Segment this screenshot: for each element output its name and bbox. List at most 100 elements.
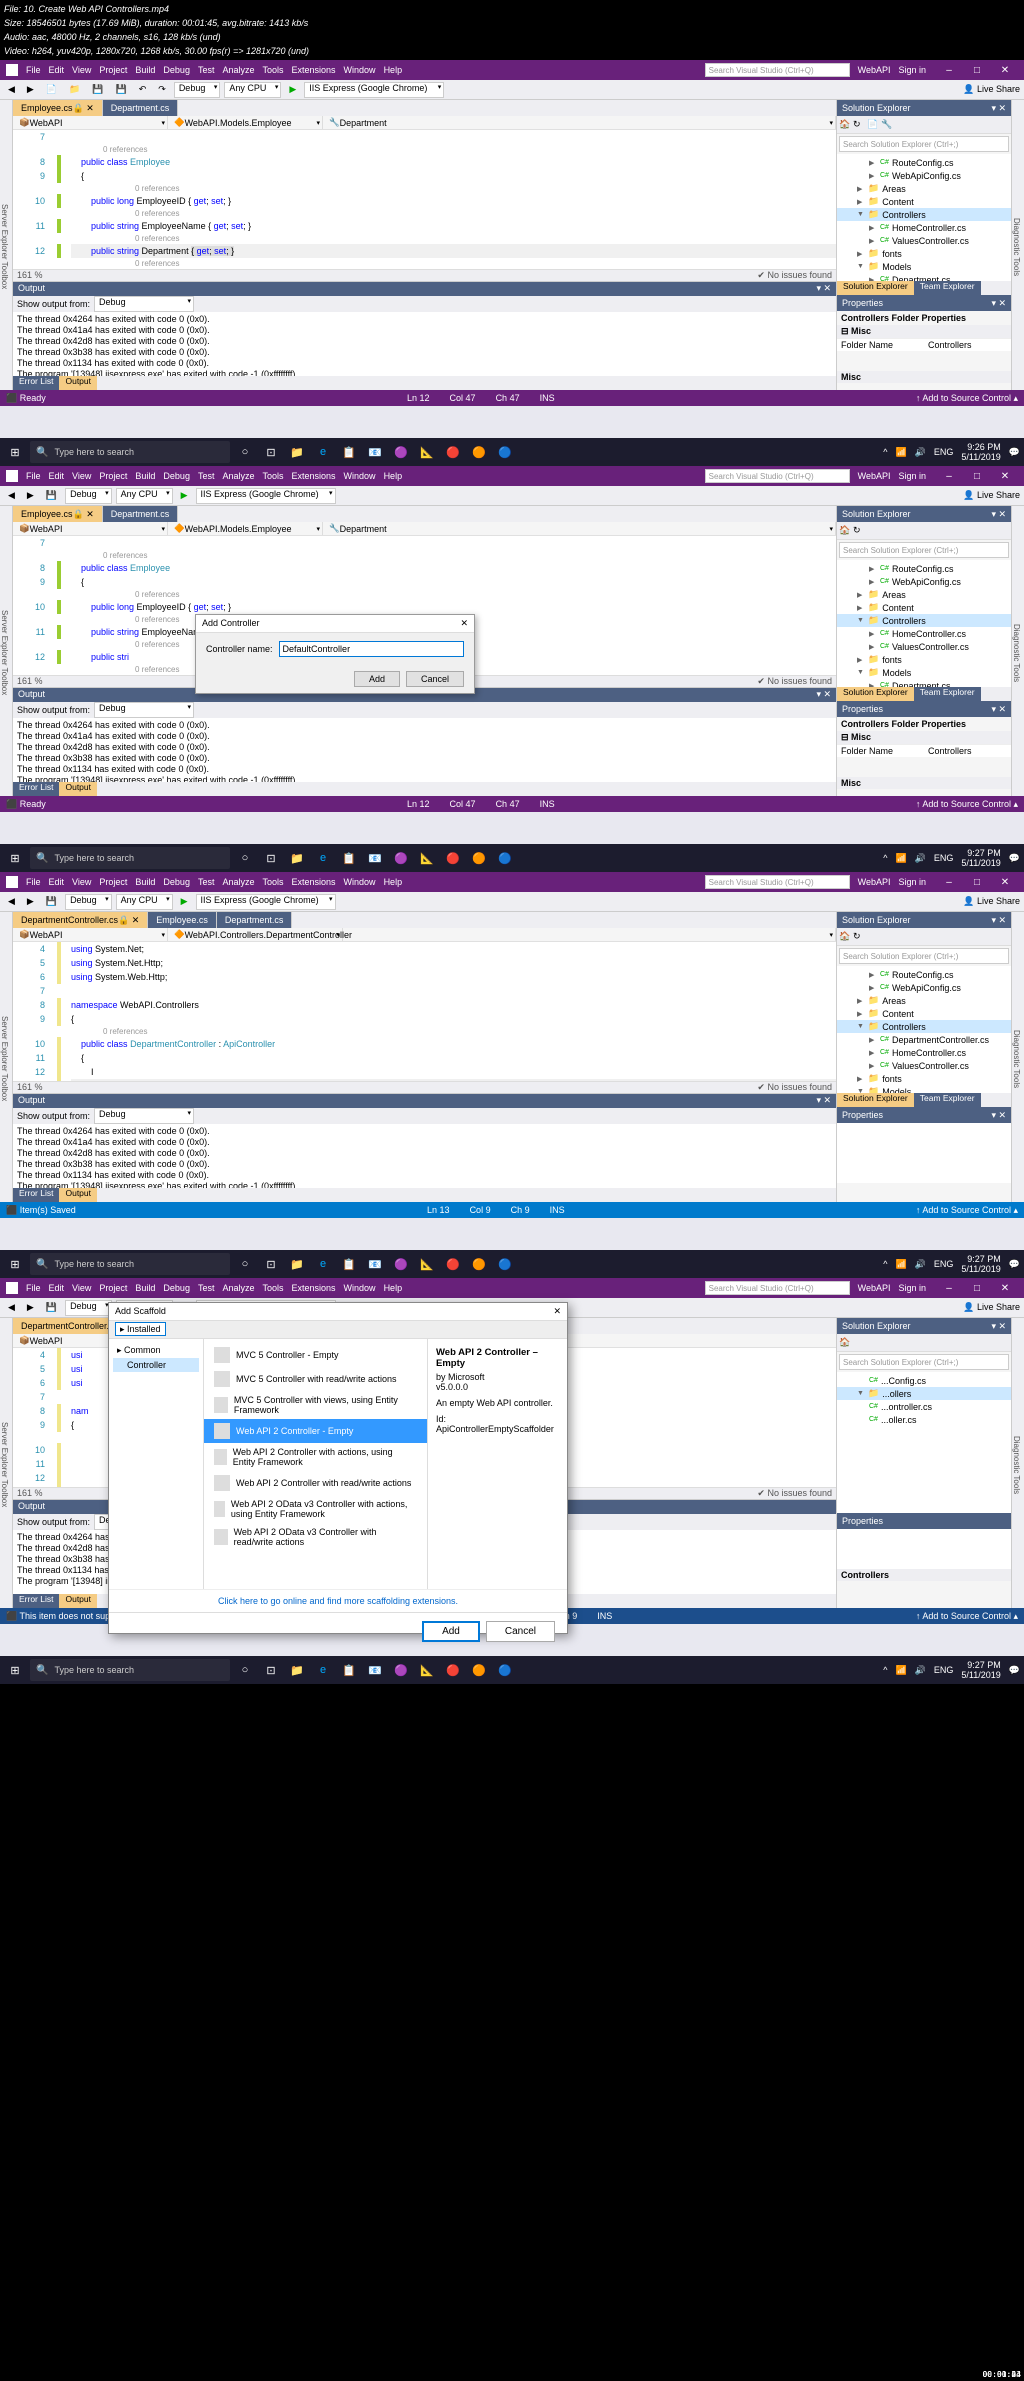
start-icon[interactable]: ⊞ bbox=[4, 847, 26, 869]
scaffold-item[interactable]: Web API 2 OData v3 Controller with actio… bbox=[204, 1495, 427, 1523]
minimize-icon[interactable]: – bbox=[936, 471, 962, 482]
tree-item[interactable]: ▶C#HomeController.cs bbox=[837, 221, 1011, 234]
nav-class[interactable]: 🔶 WebAPI.Models.Employee bbox=[168, 116, 323, 129]
minimize-icon[interactable]: – bbox=[936, 65, 962, 76]
config-dropdown[interactable]: Debug bbox=[65, 1300, 112, 1316]
close-icon[interactable]: ✕ bbox=[992, 471, 1018, 482]
menu-debug[interactable]: Debug bbox=[163, 65, 190, 75]
tray-clock[interactable]: 9:26 PM5/11/2019 bbox=[961, 442, 1000, 462]
scaffold-item[interactable]: Web API 2 Controller with read/write act… bbox=[204, 1471, 427, 1495]
prop-category[interactable]: ⊟ Misc bbox=[837, 325, 1011, 338]
cat-controller[interactable]: Controller bbox=[113, 1358, 199, 1372]
start-icon[interactable]: ⊞ bbox=[4, 1253, 26, 1275]
app-menu[interactable]: File Edit View Project Build Debug Test … bbox=[26, 65, 705, 75]
signin-link[interactable]: Sign in bbox=[898, 471, 926, 481]
menu-analyze[interactable]: Analyze bbox=[222, 65, 254, 75]
source-control[interactable]: ↑ Add to Source Control ▴ bbox=[916, 393, 1018, 404]
platform-dropdown[interactable]: Any CPU bbox=[116, 894, 173, 910]
scaffold-item[interactable]: MVC 5 Controller with read/write actions bbox=[204, 1367, 427, 1391]
start-icon[interactable]: ⊞ bbox=[4, 1659, 26, 1681]
global-search[interactable]: Search Visual Studio (Ctrl+Q) bbox=[705, 1281, 850, 1295]
global-search[interactable]: Search Visual Studio (Ctrl+Q) bbox=[705, 469, 850, 483]
output-text[interactable]: The thread 0x4264 has exited with code 0… bbox=[13, 312, 836, 382]
explorer-icon[interactable]: 📁 bbox=[286, 441, 308, 463]
tab-employee[interactable]: Employee.cs 🔒 ✕ bbox=[13, 506, 103, 522]
tab-errorlist[interactable]: Error List bbox=[13, 1594, 59, 1608]
tree-item[interactable]: ▶C#WebApiConfig.cs bbox=[837, 169, 1011, 182]
scaffold-item-selected[interactable]: Web API 2 Controller - Empty bbox=[204, 1419, 427, 1443]
config-dropdown[interactable]: Debug bbox=[65, 894, 112, 910]
menu-window[interactable]: Window bbox=[344, 65, 376, 75]
app-icon[interactable]: 📋 bbox=[338, 441, 360, 463]
cat-common[interactable]: ▸ Common bbox=[113, 1343, 199, 1358]
tree-item[interactable]: ▼📁Models bbox=[837, 260, 1011, 273]
scaffold-item[interactable]: Web API 2 OData v3 Controller with read/… bbox=[204, 1523, 427, 1551]
saveall-icon[interactable]: 💾 bbox=[112, 82, 131, 98]
menu-file[interactable]: File bbox=[26, 65, 41, 75]
menu-view[interactable]: View bbox=[72, 65, 91, 75]
tab-teamexp[interactable]: Team Explorer bbox=[914, 687, 981, 701]
tab-errorlist[interactable]: Error List bbox=[13, 1188, 59, 1202]
tree-item[interactable]: ▶C#RouteConfig.cs bbox=[837, 156, 1011, 169]
platform-dropdown[interactable]: Any CPU bbox=[116, 488, 173, 504]
tray-lang[interactable]: ENG bbox=[934, 447, 954, 457]
add-button[interactable]: Add bbox=[422, 1621, 480, 1642]
minimize-icon[interactable]: – bbox=[936, 877, 962, 888]
code-editor[interactable]: 789101112131415 0 references public clas… bbox=[13, 130, 836, 269]
maximize-icon[interactable]: □ bbox=[964, 877, 990, 888]
tree-item[interactable]: ▶📁Areas bbox=[837, 182, 1011, 195]
global-search[interactable]: Search Visual Studio (Ctrl+Q) bbox=[705, 875, 850, 889]
menu-build[interactable]: Build bbox=[135, 65, 155, 75]
sol-search[interactable]: Search Solution Explorer (Ctrl+;) bbox=[839, 1354, 1009, 1370]
liveshare[interactable]: 👤 Live Share bbox=[963, 84, 1020, 95]
tab-solexp[interactable]: Solution Explorer bbox=[837, 281, 914, 295]
server-explorer-strip[interactable]: Server Explorer Toolbox bbox=[0, 506, 13, 796]
scaffold-online-link[interactable]: Click here to go online and find more sc… bbox=[109, 1589, 567, 1612]
tree-item[interactable]: ▶📁Content bbox=[837, 195, 1011, 208]
tab-teamexp[interactable]: Team Explorer bbox=[914, 1093, 981, 1107]
open-icon[interactable]: 📁 bbox=[65, 82, 84, 98]
sol-search[interactable]: Search Solution Explorer (Ctrl+;) bbox=[839, 136, 1009, 152]
run-dropdown[interactable]: IIS Express (Google Chrome) bbox=[196, 894, 336, 910]
app-icon[interactable]: 🟠 bbox=[468, 441, 490, 463]
taskview-icon[interactable]: ⊡ bbox=[260, 441, 282, 463]
taskbar-search[interactable]: 🔍 Type here to search bbox=[30, 1659, 230, 1681]
taskbar-search[interactable]: 🔍 Type here to search bbox=[30, 847, 230, 869]
tray-up-icon[interactable]: ^ bbox=[883, 447, 887, 457]
app-icon[interactable]: 🟣 bbox=[390, 441, 412, 463]
chrome-icon[interactable]: 🔴 bbox=[442, 441, 464, 463]
diag-tools-strip[interactable]: Diagnostic Tools bbox=[1011, 100, 1024, 390]
signin-link[interactable]: Sign in bbox=[898, 1283, 926, 1293]
prop-value[interactable]: Controllers bbox=[924, 339, 1011, 351]
output-from-dropdown[interactable]: Debug bbox=[94, 702, 194, 718]
run-dropdown[interactable]: IIS Express (Google Chrome) bbox=[196, 488, 336, 504]
tree-item-controllers[interactable]: ▼📁Controllers bbox=[837, 208, 1011, 221]
tray-net-icon[interactable]: 📶 bbox=[895, 447, 906, 458]
save-icon[interactable]: 💾 bbox=[88, 82, 107, 98]
taskbar-search[interactable]: 🔍 Type here to search bbox=[30, 1253, 230, 1275]
menu-help[interactable]: Help bbox=[384, 65, 403, 75]
code-body[interactable]: 0 references public class Employee { 0 r… bbox=[71, 130, 836, 269]
server-explorer-strip[interactable]: Server Explorer Toolbox bbox=[0, 912, 13, 1202]
diag-tools-strip[interactable]: Diagnostic Tools bbox=[1011, 506, 1024, 796]
scaffold-list[interactable]: MVC 5 Controller - Empty MVC 5 Controlle… bbox=[204, 1339, 427, 1589]
menu-edit[interactable]: Edit bbox=[49, 65, 65, 75]
scaffold-item[interactable]: Web API 2 Controller with actions, using… bbox=[204, 1443, 427, 1471]
app-icon[interactable]: 📧 bbox=[364, 441, 386, 463]
signin-link[interactable]: Sign in bbox=[898, 877, 926, 887]
config-dropdown[interactable]: Debug bbox=[174, 82, 221, 98]
menu-project[interactable]: Project bbox=[99, 65, 127, 75]
server-explorer-strip[interactable]: Server Explorer Toolbox bbox=[0, 1318, 13, 1608]
solution-tree[interactable]: ▶C#RouteConfig.cs ▶C#WebApiConfig.cs ▶📁A… bbox=[837, 154, 1011, 281]
tab-teamexp[interactable]: Team Explorer bbox=[914, 281, 981, 295]
undo-icon[interactable]: ↶ bbox=[135, 82, 151, 98]
scaffold-categories[interactable]: ▸ Common Controller bbox=[109, 1339, 204, 1589]
sol-search[interactable]: Search Solution Explorer (Ctrl+;) bbox=[839, 542, 1009, 558]
tab-deptcontroller[interactable]: DepartmentController.cs 🔒 ✕ bbox=[13, 912, 148, 928]
maximize-icon[interactable]: □ bbox=[964, 471, 990, 482]
tab-employee[interactable]: Employee.cs 🔒 ✕ bbox=[13, 100, 103, 116]
nav-project[interactable]: 📦 WebAPI bbox=[13, 116, 168, 129]
controller-name-input[interactable] bbox=[279, 641, 464, 657]
nav-member[interactable]: 🔧 Department bbox=[323, 116, 836, 129]
taskbar-search[interactable]: 🔍 Type here to search bbox=[30, 441, 230, 463]
